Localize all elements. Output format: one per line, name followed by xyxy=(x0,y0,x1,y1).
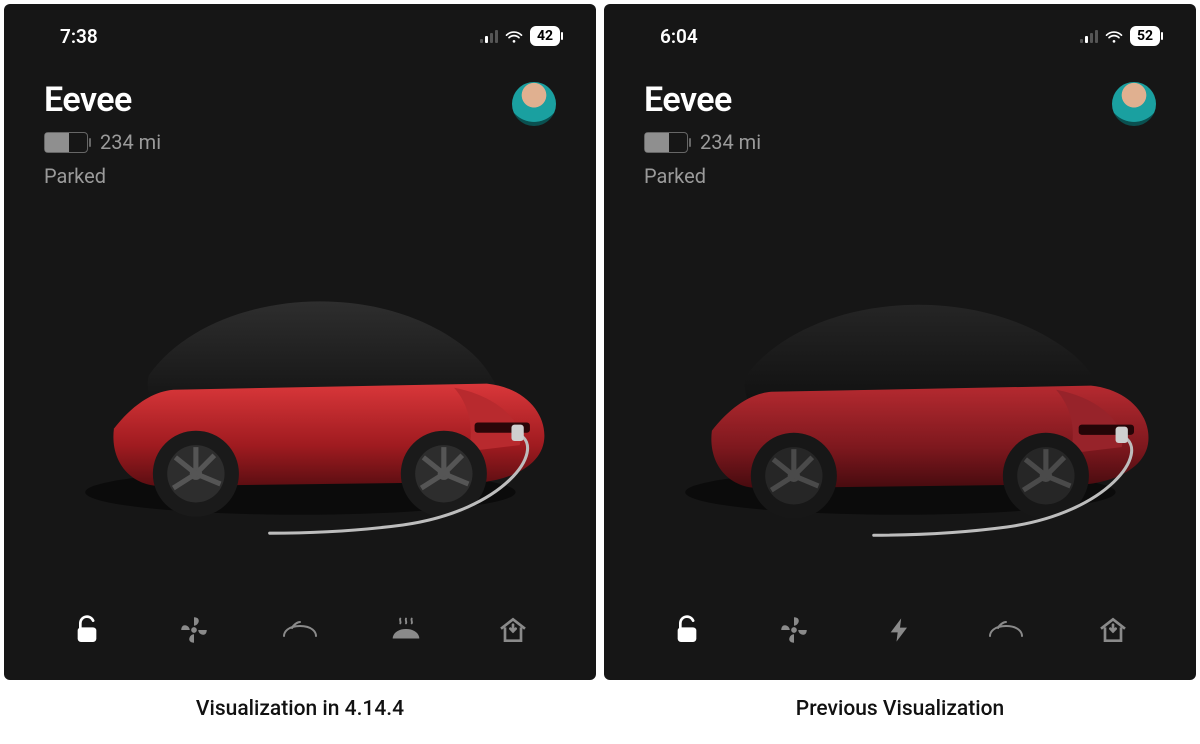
status-time: 6:04 xyxy=(660,25,698,48)
app-panel-right: 6:04 52 Eevee 234 mi Parked xyxy=(604,4,1196,680)
bolt-icon xyxy=(886,613,914,647)
status-time: 7:38 xyxy=(60,25,98,48)
fan-icon xyxy=(177,613,211,647)
climate-button[interactable] xyxy=(164,606,224,654)
range-row: 234 mi xyxy=(44,130,161,154)
climate-button[interactable] xyxy=(764,606,824,654)
vehicle-battery-icon xyxy=(644,132,688,153)
frunk-button[interactable] xyxy=(270,606,330,654)
avatar[interactable] xyxy=(512,82,556,126)
vehicle-battery-icon xyxy=(44,132,88,153)
signal-icon xyxy=(480,29,498,43)
wifi-icon xyxy=(1104,28,1124,44)
status-right-cluster: 52 xyxy=(1080,26,1160,46)
app-header: Eevee 234 mi Parked xyxy=(4,52,596,188)
caption-left: Visualization in 4.14.4 xyxy=(0,684,600,740)
device-battery-badge: 52 xyxy=(1130,26,1160,46)
frunk-button[interactable] xyxy=(976,606,1036,654)
avatar[interactable] xyxy=(1112,82,1156,126)
captions-row: Visualization in 4.14.4 Previous Visuali… xyxy=(0,684,1200,740)
status-bar: 6:04 52 xyxy=(604,4,1196,52)
homelink-button[interactable] xyxy=(1083,606,1143,654)
homelink-icon xyxy=(497,614,529,646)
range-row: 234 mi xyxy=(644,130,761,154)
homelink-icon xyxy=(1097,614,1129,646)
lock-button[interactable] xyxy=(57,606,117,654)
charge-button[interactable] xyxy=(870,606,930,654)
vehicle-visualization[interactable] xyxy=(4,188,596,588)
lock-button[interactable] xyxy=(657,606,717,654)
app-panel-left: 7:38 42 Eevee 234 mi Parked xyxy=(4,4,596,680)
caption-right: Previous Visualization xyxy=(600,684,1200,740)
quick-actions-bar xyxy=(604,588,1196,680)
vehicle-name: Eevee xyxy=(44,80,161,120)
unlock-icon xyxy=(71,614,103,646)
app-header: Eevee 234 mi Parked xyxy=(604,52,1196,188)
signal-icon xyxy=(1080,29,1098,43)
vehicle-visualization[interactable] xyxy=(604,188,1196,588)
vehicle-state: Parked xyxy=(44,164,161,188)
range-value: 234 mi xyxy=(700,130,761,154)
unlock-icon xyxy=(671,614,703,646)
wheel-front xyxy=(152,431,238,517)
fan-icon xyxy=(777,613,811,647)
defrost-icon xyxy=(387,614,425,646)
vehicle-state: Parked xyxy=(644,164,761,188)
status-bar: 7:38 42 xyxy=(4,4,596,52)
comparison-row: 7:38 42 Eevee 234 mi Parked xyxy=(0,0,1200,684)
device-battery-badge: 42 xyxy=(530,26,560,46)
status-right-cluster: 42 xyxy=(480,26,560,46)
homelink-button[interactable] xyxy=(483,606,543,654)
vehicle-name: Eevee xyxy=(644,80,761,120)
defrost-button[interactable] xyxy=(376,606,436,654)
range-value: 234 mi xyxy=(100,130,161,154)
wifi-icon xyxy=(504,28,524,44)
frunk-icon xyxy=(280,615,320,645)
quick-actions-bar xyxy=(4,588,596,680)
frunk-icon xyxy=(986,615,1026,645)
